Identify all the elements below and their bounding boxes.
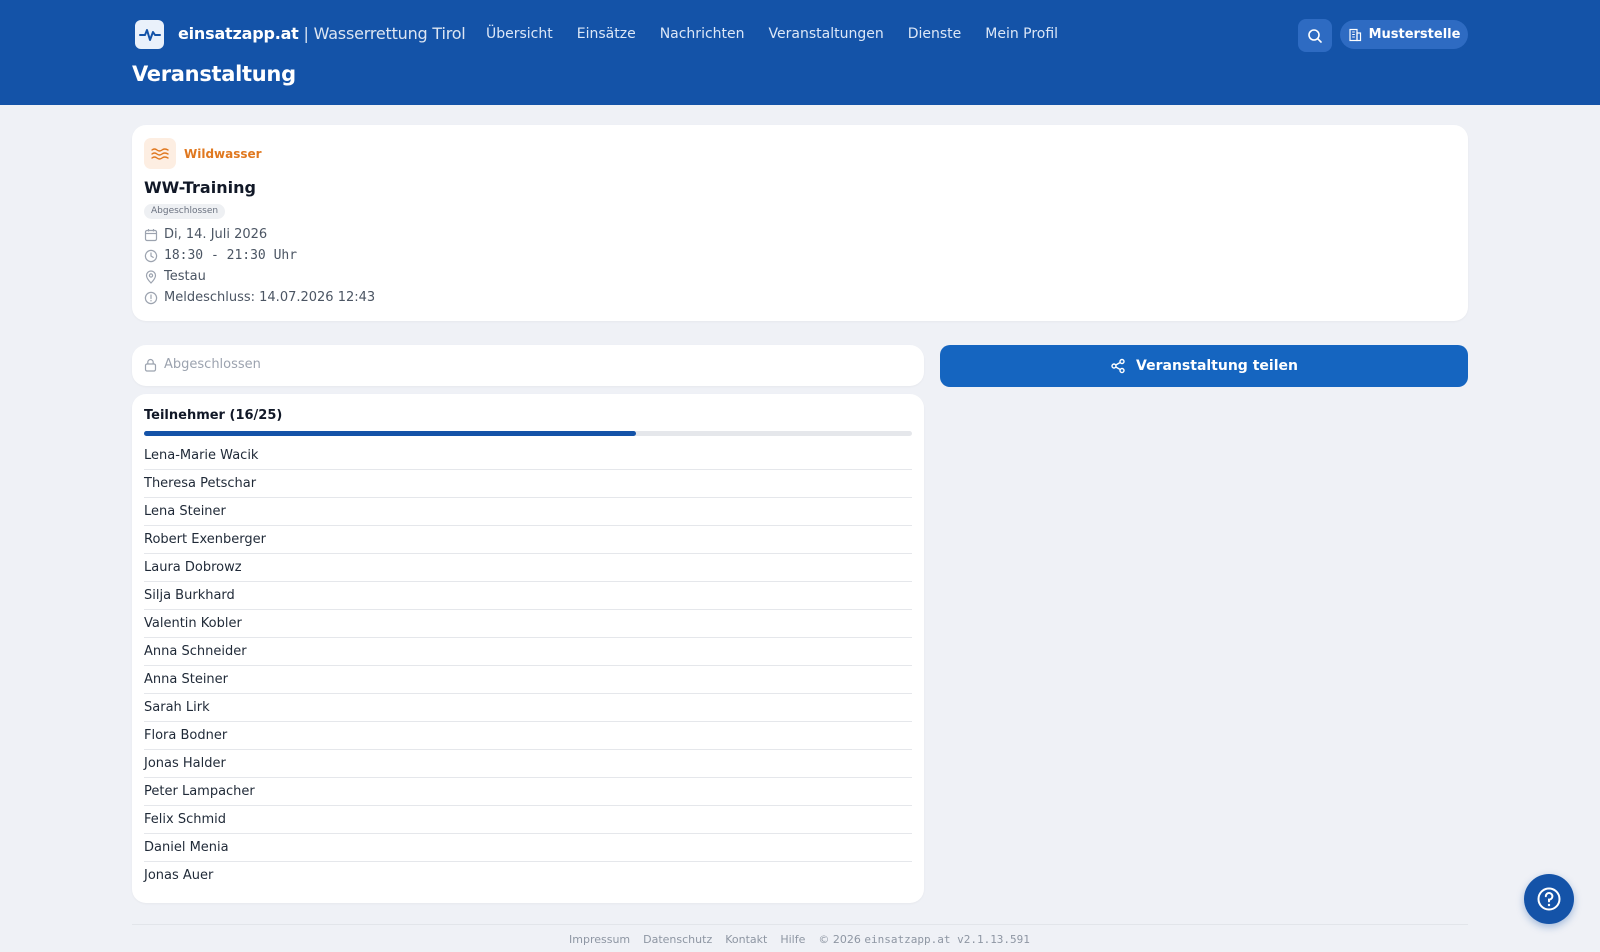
- participant-item: Valentin Kobler: [144, 610, 912, 638]
- participant-item: Jonas Auer: [144, 868, 214, 883]
- event-deadline: Meldeschluss: 14.07.2026 12:43: [164, 290, 376, 305]
- main-nav: Übersicht Einsätze Nachrichten Veranstal…: [486, 26, 1082, 42]
- participant-item: Daniel Menia: [144, 834, 912, 862]
- waves-icon: [151, 147, 169, 160]
- brand-separator: |: [298, 24, 314, 43]
- registration-status-card: Abgeschlossen: [132, 345, 924, 386]
- footer-link-impressum[interactable]: Impressum: [569, 933, 630, 946]
- participant-item: Lena Steiner: [144, 498, 912, 526]
- participant-item: Silja Burkhard: [144, 582, 912, 610]
- brand-name: einsatzapp.at: [178, 24, 299, 43]
- footer-link-kontakt[interactable]: Kontakt: [725, 933, 767, 946]
- footer-divider: [132, 924, 1468, 925]
- event-location: Testau: [164, 269, 206, 284]
- nav-einsaetze[interactable]: Einsätze: [577, 26, 636, 42]
- participants-card: Teilnehmer (16/25) Lena-Marie Wacik There…: [132, 394, 924, 903]
- organization-button[interactable]: Musterstelle: [1340, 20, 1468, 49]
- nav-mein-profil[interactable]: Mein Profil: [985, 26, 1058, 42]
- organization-button-label: Musterstelle: [1368, 27, 1461, 42]
- calendar-icon: [144, 228, 158, 241]
- registration-status: Abgeschlossen: [164, 357, 261, 372]
- participants-progress-fill: [144, 431, 636, 436]
- participant-item: Felix Schmid: [144, 806, 912, 834]
- search-icon: [1308, 28, 1322, 43]
- nav-dienste[interactable]: Dienste: [908, 26, 962, 42]
- event-time-row: 18:30 - 21:30 Uhr: [144, 248, 297, 263]
- participant-list: Lena-Marie Wacik Theresa Petschar Lena Ste…: [144, 442, 912, 890]
- share-icon: [1111, 358, 1125, 374]
- participants-title: Teilnehmer (16/25): [144, 408, 283, 423]
- map-pin-icon: [145, 269, 157, 284]
- footer-link-hilfe[interactable]: Hilfe: [780, 933, 805, 946]
- building-icon: [1348, 28, 1361, 41]
- participants-progress: [144, 431, 912, 436]
- page-title: Veranstaltung: [132, 62, 296, 86]
- event-location-row: Testau: [144, 269, 206, 284]
- event-time: 18:30 - 21:30 Uhr: [164, 248, 298, 263]
- share-event-button[interactable]: Veranstaltung teilen: [940, 345, 1468, 387]
- status-badge: Abgeschlossen: [144, 204, 226, 219]
- brand-org: Wasserrettung Tirol: [313, 24, 466, 43]
- app-logo[interactable]: [135, 20, 164, 49]
- app-header: einsatzapp.at | Wasserrettung Tirol Über…: [0, 0, 1600, 105]
- participant-item: Laura Dobrowz: [144, 554, 912, 582]
- lock-icon: [144, 358, 157, 372]
- event-deadline-row: Meldeschluss: 14.07.2026 12:43: [144, 290, 375, 305]
- footer-version: einsatzapp.at v2.1.13.591: [864, 933, 1030, 946]
- clock-icon: [144, 249, 158, 262]
- share-event-label: Veranstaltung teilen: [1136, 358, 1298, 374]
- event-card: Wildwasser WW-Training Abgeschlossen Di,…: [132, 125, 1468, 321]
- nav-veranstaltungen[interactable]: Veranstaltungen: [769, 26, 884, 42]
- footer-copyright: © 2026 einsatzapp.at v2.1.13.591: [818, 933, 1030, 946]
- participant-item: Peter Lampacher: [144, 778, 912, 806]
- event-date-row: Di, 14. Juli 2026: [144, 227, 267, 242]
- nav-nachrichten[interactable]: Nachrichten: [660, 26, 745, 42]
- footer: Impressum Datenschutz Kontakt Hilfe © 20…: [569, 933, 1030, 946]
- event-category: Wildwasser: [184, 147, 262, 161]
- footer-link-datenschutz[interactable]: Datenschutz: [643, 933, 712, 946]
- participant-item: Sarah Lirk: [144, 694, 912, 722]
- search-button[interactable]: [1298, 19, 1332, 52]
- participant-item: Robert Exenberger: [144, 526, 912, 554]
- help-button[interactable]: [1524, 874, 1574, 924]
- event-date: Di, 14. Juli 2026: [164, 227, 268, 242]
- event-title: WW-Training: [144, 178, 256, 197]
- participant-item: Theresa Petschar: [144, 470, 912, 498]
- brand[interactable]: einsatzapp.at | Wasserrettung Tirol: [178, 24, 466, 43]
- alert-circle-icon: [144, 291, 158, 304]
- help-circle-icon: [1537, 887, 1561, 911]
- participant-item: Jonas Halder: [144, 750, 912, 778]
- pulse-icon: [138, 28, 161, 41]
- category-badge: [144, 138, 176, 169]
- nav-uebersicht[interactable]: Übersicht: [486, 26, 553, 42]
- participant-item: Flora Bodner: [144, 722, 912, 750]
- participant-item: Anna Steiner: [144, 666, 912, 694]
- participant-item: Lena-Marie Wacik: [144, 442, 912, 470]
- participant-item: Anna Schneider: [144, 638, 912, 666]
